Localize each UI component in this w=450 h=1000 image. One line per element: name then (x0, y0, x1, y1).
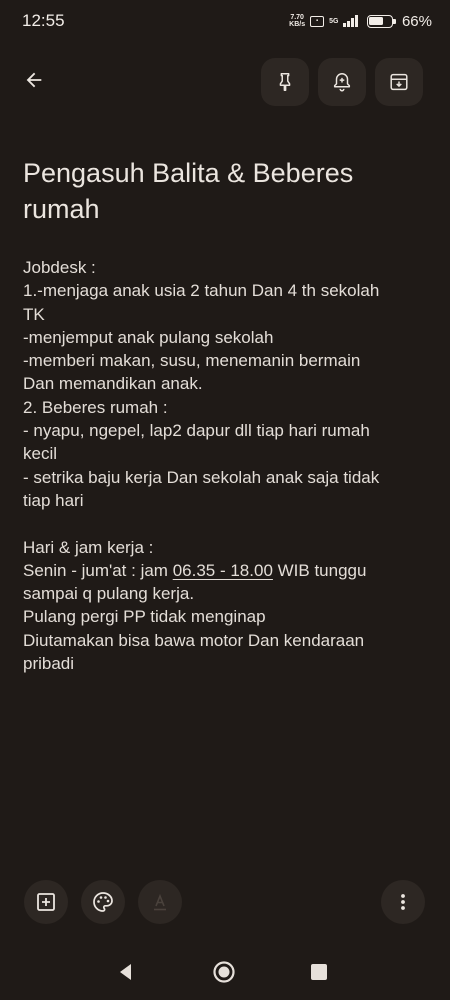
schedule-line: Senin - jum'at : jam 06.35 - 18.00 WIB t… (23, 559, 433, 582)
archive-icon (390, 73, 408, 91)
network-speed-value: 7.70 (290, 14, 304, 21)
more-options-button[interactable] (381, 880, 425, 924)
note-line: 2. Beberes rumah : (23, 397, 168, 417)
archive-button[interactable] (375, 58, 423, 106)
note-title-line: rumah (23, 194, 100, 224)
note-line: TK (23, 304, 45, 324)
volte-icon: ▪ (310, 15, 325, 27)
nav-back-button[interactable] (116, 962, 136, 987)
note-line: Dan memandikan anak. (23, 374, 203, 394)
pin-icon (279, 73, 291, 91)
nav-home-icon (213, 961, 235, 983)
nav-recents-icon (311, 964, 327, 980)
status-indicators: 7.70 KB/s ▪ 5G 66% (289, 13, 432, 30)
note-title-line: Pengasuh Balita & Beberes (23, 158, 354, 188)
note-line: sampai q pulang kerja. (23, 584, 195, 604)
network-type: 5G (329, 17, 339, 25)
arrow-back-icon (26, 72, 42, 88)
add-box-icon (37, 893, 55, 911)
network-speed-unit: KB/s (289, 21, 306, 28)
nav-home-button[interactable] (212, 960, 236, 989)
note-line: tiap hari (23, 490, 84, 510)
note-body[interactable]: Jobdesk : 1.-menjaga anak usia 2 tahun D… (23, 256, 433, 675)
status-bar: 12:55 7.70 KB/s ▪ 5G 66% (0, 0, 450, 42)
battery-icon (366, 14, 396, 28)
note-line: - nyapu, ngepel, lap2 dapur dll tiap har… (23, 421, 370, 441)
battery-percent: 66% (401, 12, 432, 30)
battery-fill (369, 17, 384, 25)
reminder-button[interactable] (318, 58, 366, 106)
status-time: 12:55 (22, 11, 65, 30)
background-options-button[interactable] (81, 880, 125, 924)
note-line: Pulang pergi PP tidak menginap (23, 607, 266, 627)
text-format-icon (154, 893, 166, 911)
note-line: -memberi makan, susu, menemanin bermain (23, 351, 361, 371)
network-speed: 7.70 KB/s (289, 14, 305, 28)
note-line: Diutamakan bisa bawa motor Dan kendaraan (23, 630, 365, 650)
reminder-bell-icon (333, 73, 351, 92)
schedule-suffix: WIB tunggu (272, 560, 367, 580)
note-line: - setrika baju kerja Dan sekolah anak sa… (23, 467, 380, 487)
schedule-time: 06.35 - 18.00 (172, 560, 273, 580)
signal-strength-icon (343, 15, 358, 27)
note-line-blank (23, 512, 433, 535)
note-line: 1.-menjaga anak usia 2 tahun Dan 4 th se… (23, 281, 380, 301)
nav-recents-button[interactable] (310, 963, 328, 986)
note-line: Hari & jam kerja : (23, 537, 154, 557)
more-vert-icon (401, 894, 405, 910)
note-title[interactable]: Pengasuh Balita & Beberes rumah (23, 155, 423, 227)
add-content-button[interactable] (24, 880, 68, 924)
back-button[interactable] (14, 60, 54, 100)
palette-icon (93, 892, 113, 912)
pin-button[interactable] (261, 58, 309, 106)
note-line: pribadi (23, 654, 75, 674)
note-line: -menjemput anak pulang sekolah (23, 327, 274, 347)
note-line: kecil (23, 444, 58, 464)
schedule-prefix: Senin - jum'at : jam (23, 560, 173, 580)
text-format-button[interactable] (138, 880, 182, 924)
nav-back-icon (120, 964, 131, 980)
note-line: Jobdesk : (23, 258, 96, 277)
